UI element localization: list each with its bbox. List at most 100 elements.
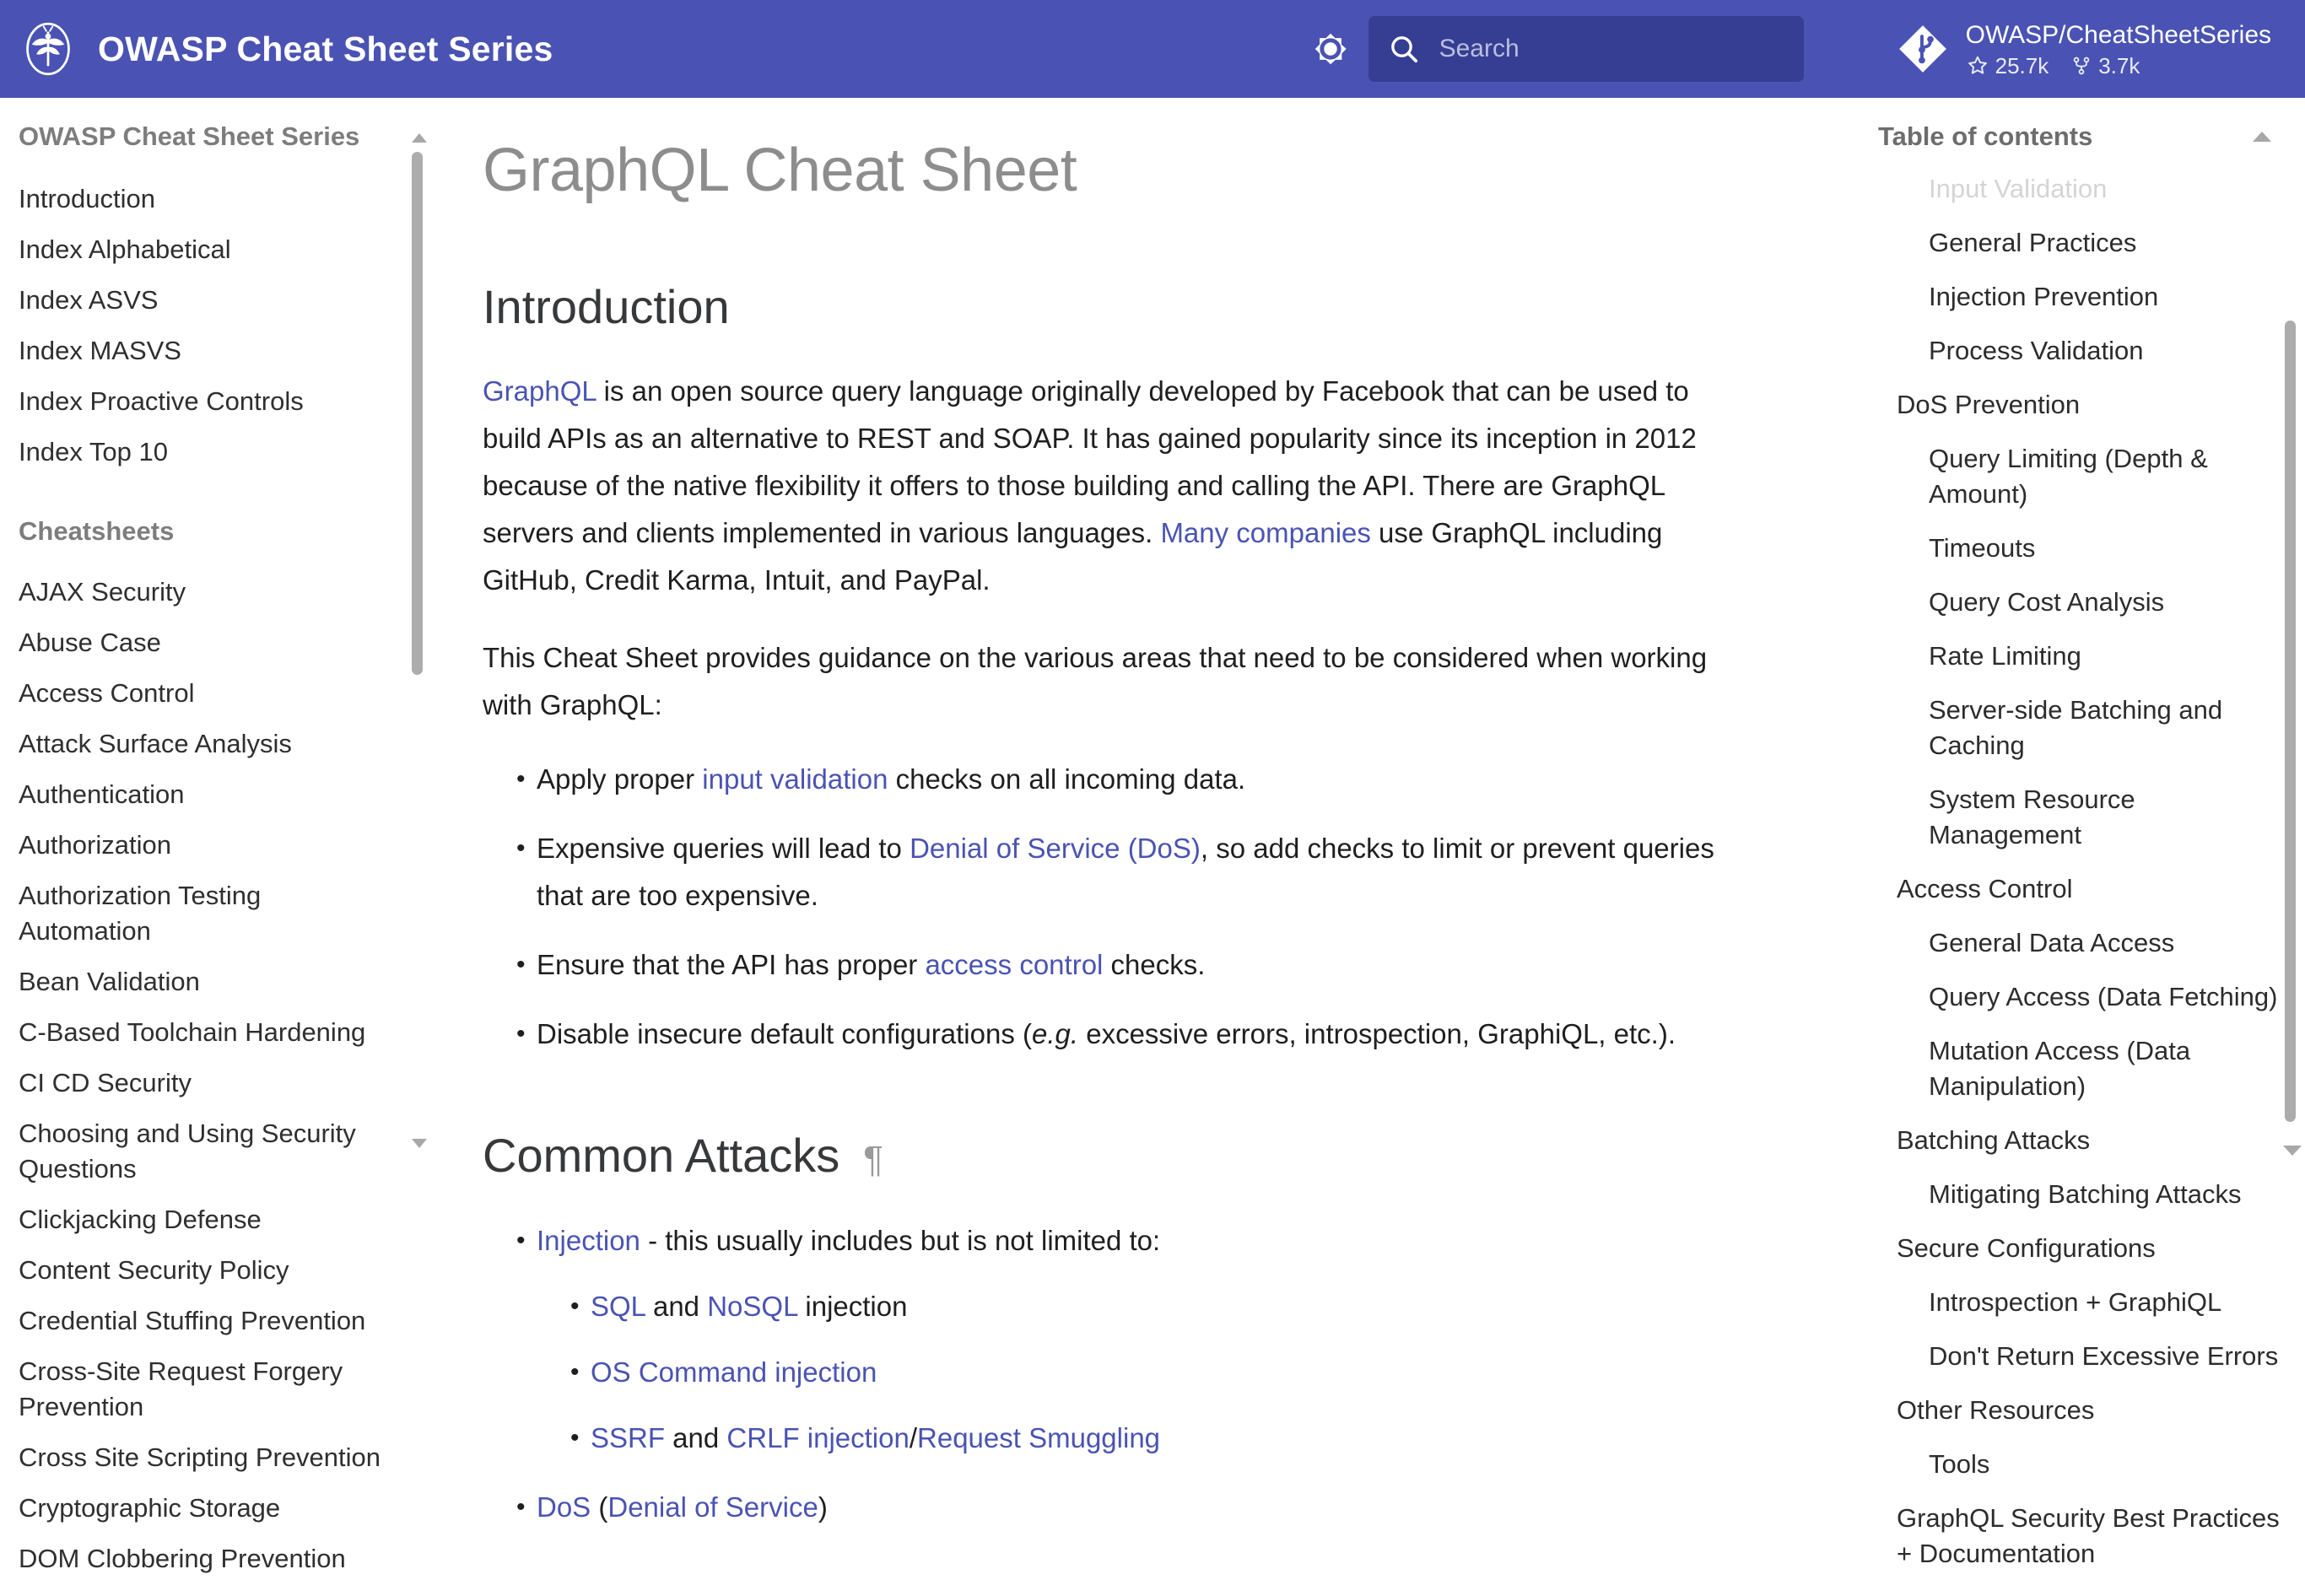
chevron-down-icon[interactable] (2283, 1146, 2302, 1156)
toc-item-process-validation[interactable]: Process Validation (1878, 324, 2280, 378)
toc-item-system-resource-management[interactable]: System Resource Management (1878, 773, 2280, 862)
git-logo-icon (1897, 23, 1949, 75)
page-title: GraphQL Cheat Sheet (483, 137, 1077, 204)
sidebar-scrollbar[interactable] (410, 133, 427, 1148)
link-ssrf[interactable]: SSRF (591, 1422, 665, 1453)
repo-stars-count: 25.7k (1995, 52, 2049, 78)
link-many-companies[interactable]: Many companies (1160, 517, 1370, 548)
bullet-3-post: checks. (1103, 949, 1206, 980)
list-item: OS Command injection (570, 1349, 1757, 1396)
toc-item-tools[interactable]: Tools (1878, 1437, 2280, 1491)
link-input-validation[interactable]: input validation (702, 763, 888, 795)
link-nosql[interactable]: NoSQL (707, 1291, 797, 1322)
toc-title: Table of contents (1878, 121, 2093, 151)
sidebar-item-c-based-toolchain-hardening[interactable]: C-Based Toolchain Hardening (19, 1007, 385, 1058)
sidebar-item-authorization[interactable]: Authorization (19, 820, 385, 871)
link-injection[interactable]: Injection (537, 1225, 640, 1256)
toc-item-introspection-graphiql[interactable]: Introspection + GraphiQL (1878, 1275, 2280, 1329)
bullet-4-pre: Disable insecure default configurations … (537, 1018, 1032, 1049)
repo-stats: 25.7k 3.7k (1966, 53, 2271, 79)
sidebar-item-bean-validation[interactable]: Bean Validation (19, 957, 385, 1007)
sidebar-item-cross-site-request-forgery-prevention[interactable]: Cross-Site Request Forgery Prevention (19, 1346, 385, 1432)
link-crlf-injection[interactable]: CRLF injection (726, 1422, 909, 1453)
toc-item-dos-prevention[interactable]: DoS Prevention (1878, 378, 2280, 432)
sidebar-item-index-alphabetical[interactable]: Index Alphabetical (19, 224, 385, 275)
intro-paragraph-1: GraphQL is an open source query language… (483, 368, 1748, 604)
toc-item-secure-configurations[interactable]: Secure Configurations (1878, 1221, 2280, 1275)
toc-item-rate-limiting[interactable]: Rate Limiting (1878, 629, 2280, 683)
chevron-up-icon[interactable] (412, 133, 427, 143)
sidebar-item-dom-clobbering-prevention[interactable]: DOM Clobbering Prevention (19, 1534, 385, 1584)
toc-item-general-practices[interactable]: General Practices (1878, 216, 2280, 270)
sidebar-item-ajax-security[interactable]: AJAX Security (19, 567, 385, 617)
link-sql[interactable]: SQL (591, 1291, 645, 1322)
list-item: Disable insecure default configurations … (516, 1011, 1757, 1058)
toc-item-graphql-security-best-practices[interactable]: GraphQL Security Best Practices + Docume… (1878, 1491, 2280, 1581)
sidebar-item-introduction[interactable]: Introduction (19, 174, 385, 224)
toc-item-mutation-access[interactable]: Mutation Access (Data Manipulation) (1878, 1024, 2280, 1113)
sidebar-item-attack-surface-analysis[interactable]: Attack Surface Analysis (19, 719, 385, 769)
sidebar-item-cross-site-scripting-prevention[interactable]: Cross Site Scripting Prevention (19, 1432, 385, 1483)
link-access-control[interactable]: access control (925, 949, 1103, 980)
sidebar-item-clickjacking-defense[interactable]: Clickjacking Defense (19, 1194, 385, 1245)
toc-scrollbar-thumb[interactable] (2285, 321, 2296, 1122)
bullet-1-pre: Apply proper (537, 763, 703, 795)
toc-item-batching-attacks[interactable]: Batching Attacks (1878, 1113, 2280, 1167)
toc-item-injection-prevention[interactable]: Injection Prevention (1878, 270, 2280, 324)
toc-item-query-cost-analysis[interactable]: Query Cost Analysis (1878, 575, 2280, 629)
link-denial-of-service-full[interactable]: Denial of Service (607, 1491, 818, 1523)
article: GraphQL Cheat Sheet Introduction GraphQL… (483, 132, 1757, 1531)
bullet-1-post: checks on all incoming data. (888, 763, 1246, 795)
sidebar-item-abuse-case[interactable]: Abuse Case (19, 617, 385, 668)
search-box[interactable] (1368, 16, 1804, 82)
link-graphql[interactable]: GraphQL (483, 375, 596, 407)
toc-item-other-resources[interactable]: Other Resources (1878, 1383, 2280, 1437)
sidebar-item-content-security-policy[interactable]: Content Security Policy (19, 1245, 385, 1296)
search-input[interactable] (1439, 30, 1804, 67)
link-os-command-injection[interactable]: OS Command injection (591, 1356, 877, 1388)
sidebar-item-cryptographic-storage[interactable]: Cryptographic Storage (19, 1483, 385, 1534)
fork-icon (2073, 57, 2090, 75)
owasp-dragonfly-logo-icon[interactable] (17, 18, 79, 80)
toc-item-dont-return-excessive-errors[interactable]: Don't Return Excessive Errors (1878, 1329, 2280, 1383)
sidebar-scroll-area: OWASP Cheat Sheet Series Introduction In… (0, 98, 432, 1584)
bullet-4-italic: e.g. (1032, 1018, 1079, 1049)
sidebar-item-credential-stuffing-prevention[interactable]: Credential Stuffing Prevention (19, 1296, 385, 1346)
sidebar-item-index-top-10[interactable]: Index Top 10 (19, 427, 385, 477)
toc-item-general-data-access[interactable]: General Data Access (1878, 916, 2280, 970)
sidebar-item-index-proactive-controls[interactable]: Index Proactive Controls (19, 376, 385, 427)
sidebar-item-access-control[interactable]: Access Control (19, 668, 385, 719)
sidebar-item-authentication[interactable]: Authentication (19, 769, 385, 820)
link-dos[interactable]: DoS (537, 1491, 591, 1523)
dos-open: ( (591, 1491, 608, 1523)
table-of-contents: Table of contents Input Validation Gener… (1858, 98, 2305, 1596)
search-icon (1387, 32, 1421, 66)
list-item: SSRF and CRLF injection/Request Smugglin… (570, 1415, 1757, 1462)
toc-item-query-access[interactable]: Query Access (Data Fetching) (1878, 970, 2280, 1024)
toc-item-mitigating-batching-attacks[interactable]: Mitigating Batching Attacks (1878, 1167, 2280, 1221)
sidebar-item-authorization-testing-automation[interactable]: Authorization Testing Automation (19, 871, 385, 957)
anchor-pilcrow-icon[interactable]: ¶ (863, 1130, 883, 1190)
chevron-up-icon[interactable] (2253, 132, 2271, 142)
sub-3-mid: and (665, 1422, 727, 1453)
toc-item-input-validation[interactable]: Input Validation (1878, 162, 2280, 216)
sidebar-item-index-masvs[interactable]: Index MASVS (19, 326, 385, 376)
sidebar-item-ci-cd-security[interactable]: CI CD Security (19, 1058, 385, 1108)
sidebar-item-choosing-and-using-security-questions[interactable]: Choosing and Using Security Questions (19, 1108, 385, 1194)
sidebar-item-index-asvs[interactable]: Index ASVS (19, 275, 385, 326)
link-request-smuggling[interactable]: Request Smuggling (917, 1422, 1160, 1453)
link-denial-of-service[interactable]: Denial of Service (DoS) (910, 833, 1201, 864)
repo-link[interactable]: OWASP/CheatSheetSeries 25.7k 3.7k (1897, 19, 2271, 79)
toc-item-timeouts[interactable]: Timeouts (1878, 521, 2280, 575)
bullet-4-post: excessive errors, introspection, GraphiQ… (1078, 1018, 1676, 1049)
brightness-sun-icon[interactable] (1303, 21, 1358, 77)
toc-item-query-limiting[interactable]: Query Limiting (Depth & Amount) (1878, 432, 2280, 521)
heading-common-attacks: Common Attacks ¶ (483, 1125, 1757, 1190)
chevron-down-icon[interactable] (412, 1139, 427, 1148)
intro-paragraph-2: This Cheat Sheet provides guidance on th… (483, 642, 1708, 720)
toc-item-server-side-batching-and-caching[interactable]: Server-side Batching and Caching (1878, 683, 2280, 773)
toc-item-access-control[interactable]: Access Control (1878, 862, 2280, 916)
toc-scrollbar[interactable] (2283, 137, 2302, 1571)
heading-introduction-label: Introduction (483, 280, 730, 333)
sidebar-scrollbar-thumb[interactable] (412, 152, 423, 675)
